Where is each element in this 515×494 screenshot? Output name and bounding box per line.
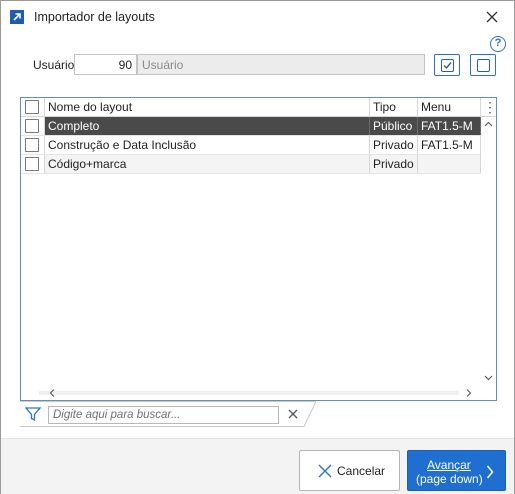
user-code-field[interactable]: 90 [74,54,137,75]
window-title: Importador de layouts [34,10,155,24]
cell-menu [418,155,481,173]
chevron-right-icon [486,465,494,479]
row-checkbox-cell [21,155,45,173]
row-checkbox[interactable] [25,157,39,171]
cancel-label: Cancelar [337,464,386,478]
more-options-icon[interactable]: ⋮ [483,100,496,115]
vertical-scrollbar[interactable] [481,117,496,385]
column-header-tipo[interactable]: Tipo [370,98,418,117]
select-all-cell [21,98,45,117]
close-icon [486,11,498,23]
next-shortcut-label: (page down) [416,472,483,486]
filter-icon[interactable] [25,406,41,422]
next-button[interactable]: Avançar (page down) [407,450,506,491]
checkbox-empty-icon [477,59,490,72]
cancel-button[interactable]: Cancelar [299,450,400,491]
scroll-down-icon[interactable] [484,375,493,381]
cell-tipo: Privado [370,155,418,173]
row-checkbox[interactable] [25,138,39,152]
filter-bar: Digite aqui para buscar... [20,401,316,427]
user-label: Usuário [33,58,75,72]
column-header-menu[interactable]: Menu [418,98,481,117]
cell-menu: FAT1.5-M [418,117,481,135]
horizontal-scrollbar[interactable] [21,385,496,400]
cell-menu: FAT1.5-M [418,136,481,154]
user-name-field[interactable]: Usuário [137,54,425,75]
uncheck-all-button[interactable] [470,54,496,76]
scroll-right-icon[interactable] [466,389,472,397]
select-all-checkbox[interactable] [25,100,39,114]
table-row[interactable]: Construção e Data Inclusão Privado FAT1.… [21,136,481,155]
layout-importer-dialog: Importador de layouts ? Usuário 90 Usuár… [0,0,515,494]
close-icon [318,464,332,478]
layouts-grid: Nome do layout Tipo Menu ⋮ Completo Públ… [20,97,497,401]
cell-name: Construção e Data Inclusão [45,136,370,154]
close-button[interactable] [479,5,505,29]
checkbox-checked-icon [441,59,454,72]
help-icon[interactable]: ? [490,36,506,52]
row-checkbox-cell [21,117,45,135]
table-row[interactable]: Completo Público FAT1.5-M [21,117,481,136]
cell-tipo: Privado [370,136,418,154]
next-label: Avançar [427,458,471,472]
cell-tipo: Público [370,117,418,135]
dialog-footer: Cancelar Avançar (page down) [1,438,514,494]
scroll-up-icon[interactable] [484,121,493,127]
title-bar: Importador de layouts [1,1,514,33]
table-row[interactable]: Código+marca Privado [21,155,481,174]
cell-name: Completo [45,117,370,135]
column-header-name[interactable]: Nome do layout [45,98,370,117]
check-all-button[interactable] [434,54,460,76]
cell-name: Código+marca [45,155,370,173]
search-input[interactable]: Digite aqui para buscar... [48,406,279,424]
arrow-up-right-icon [10,10,24,24]
grid-header: Nome do layout Tipo Menu ⋮ [21,98,496,117]
row-checkbox-cell [21,136,45,154]
clear-icon[interactable] [288,409,298,419]
row-checkbox[interactable] [25,119,39,133]
scroll-left-icon[interactable] [49,389,55,397]
